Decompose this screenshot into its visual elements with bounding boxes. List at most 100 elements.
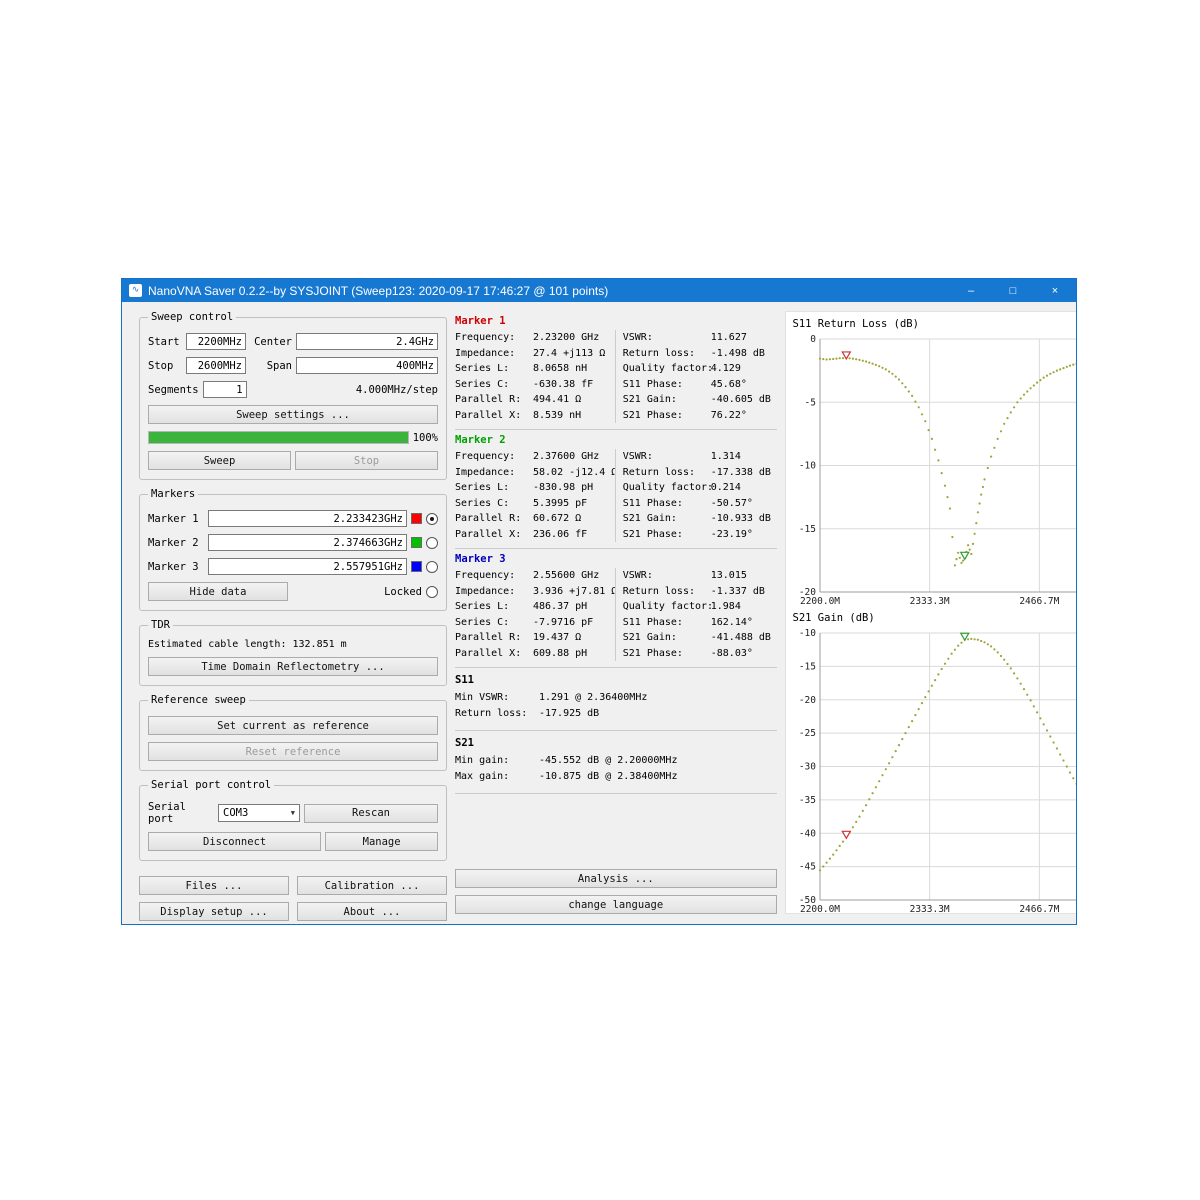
- set-current-as-reference-button[interactable]: Set current as reference: [148, 716, 438, 735]
- marker-data-row: Series C:-7.9716 pF: [455, 615, 612, 631]
- marker-1-frequency-input[interactable]: [208, 510, 407, 527]
- footer-row-1: Files ... Calibration ...: [139, 876, 447, 895]
- marker-2-label: Marker 2: [148, 537, 204, 549]
- reference-sweep-title: Reference sweep: [148, 694, 249, 706]
- marker-data-row: Series C:5.3995 pF: [455, 496, 612, 512]
- marker-data-label: Impedance:: [455, 465, 533, 481]
- marker-data-value: 486.37 pH: [533, 599, 587, 615]
- segments-input[interactable]: [203, 381, 247, 398]
- about-button[interactable]: About ...: [297, 902, 447, 921]
- window-title: NanoVNA Saver 0.2.2--by SYSJOINT (Sweep1…: [148, 284, 608, 298]
- stop-input[interactable]: [186, 357, 246, 374]
- marker-data-row: Return loss:-1.498 dB: [623, 346, 777, 362]
- svg-text:2333.3M: 2333.3M: [909, 596, 949, 607]
- time-domain-reflectometry-button[interactable]: Time Domain Reflectometry ...: [148, 657, 438, 676]
- marker-data-label: S21 Phase:: [623, 527, 711, 543]
- marker-3-color-swatch[interactable]: [411, 561, 422, 572]
- marker-data-value: 162.14°: [711, 615, 753, 631]
- footer-row-2: Display setup ... About ...: [139, 902, 447, 921]
- marker-data-value: -830.98 pH: [533, 480, 593, 496]
- marker-data-row: S21 Gain:-41.488 dB: [623, 630, 777, 646]
- start-input[interactable]: [186, 333, 246, 350]
- marker-2-frequency-input[interactable]: [208, 534, 407, 551]
- svg-text:2466.7M: 2466.7M: [1019, 596, 1059, 607]
- marker-data-row: Quality factor:1.984: [623, 599, 777, 615]
- window-controls: – □ ×: [950, 279, 1076, 302]
- locked-checkbox[interactable]: [426, 586, 438, 598]
- marker-1-color-swatch[interactable]: [411, 513, 422, 524]
- marker-3-frequency-input[interactable]: [208, 558, 407, 575]
- marker-data-row: S11 Phase:162.14°: [623, 615, 777, 631]
- serial-port-control-group: Serial port control Serial port COM3 ▼ R…: [139, 779, 447, 861]
- center-label: Center: [250, 336, 292, 348]
- s11-chart-title: S11 Return Loss (dB): [793, 318, 1076, 330]
- marker-data-value: 1.984: [711, 599, 741, 615]
- hide-data-button[interactable]: Hide data: [148, 582, 288, 601]
- marker-data-value: 4.129: [711, 361, 741, 377]
- svg-text:-30: -30: [798, 762, 815, 773]
- svg-text:-15: -15: [798, 661, 815, 672]
- minimize-icon[interactable]: –: [950, 279, 992, 302]
- calibration-button[interactable]: Calibration ...: [297, 876, 447, 895]
- marker-3-data-section: Marker 3 Frequency:2.55600 GHzImpedance:…: [455, 549, 777, 668]
- span-label: Span: [250, 360, 292, 372]
- marker-data-row: Parallel X:609.88 pH: [455, 646, 612, 662]
- analysis-button[interactable]: Analysis ...: [455, 869, 777, 888]
- marker-data-row: Frequency:2.23200 GHz: [455, 330, 612, 346]
- s11-return-loss-chart[interactable]: S11 Return Loss (dB) 0-5-10-15-202200.0M…: [790, 315, 1076, 609]
- marker-2-row: Marker 2: [148, 534, 438, 551]
- marker-data-label: Return loss:: [623, 584, 711, 600]
- svg-text:-45: -45: [798, 862, 815, 873]
- marker-data-row: Frequency:2.37600 GHz: [455, 449, 612, 465]
- close-icon[interactable]: ×: [1034, 279, 1076, 302]
- main-content: Sweep control Start Center Stop Span Seg…: [122, 302, 1076, 924]
- marker-data-row: S21 Gain:-10.933 dB: [623, 511, 777, 527]
- marker-data-row: S21 Phase:-23.19°: [623, 527, 777, 543]
- display-setup-button[interactable]: Display setup ...: [139, 902, 289, 921]
- min-gain-label: Min gain:: [455, 753, 539, 769]
- marker-data-value: 5.3995 pF: [533, 496, 587, 512]
- svg-text:0: 0: [810, 334, 816, 345]
- marker-data-value: 13.015: [711, 568, 747, 584]
- marker-1-radio[interactable]: [426, 513, 438, 525]
- span-input[interactable]: [296, 357, 438, 374]
- title-bar[interactable]: ∿ NanoVNA Saver 0.2.2--by SYSJOINT (Swee…: [122, 279, 1076, 302]
- s21-gain-chart[interactable]: S21 Gain (dB) -10-15-20-25-30-35-40-45-5…: [790, 609, 1076, 917]
- rescan-button[interactable]: Rescan: [304, 804, 438, 823]
- svg-text:-20: -20: [798, 695, 815, 706]
- manage-button[interactable]: Manage: [325, 832, 438, 851]
- marker-3-radio[interactable]: [426, 561, 438, 573]
- marker-data-label: S11 Phase:: [623, 377, 711, 393]
- center-input[interactable]: [296, 333, 438, 350]
- s11-chart-canvas[interactable]: 0-5-10-15-202200.0M2333.3M2466.7M2600.0M: [790, 331, 1076, 609]
- marker-data-row: VSWR:13.015: [623, 568, 777, 584]
- marker-3-row: Marker 3: [148, 558, 438, 575]
- serial-port-select[interactable]: COM3 ▼: [218, 804, 300, 822]
- s21-chart-canvas[interactable]: -10-15-20-25-30-35-40-45-502200.0M2333.3…: [790, 625, 1076, 917]
- marker-data-value: 609.88 pH: [533, 646, 587, 662]
- marker-data-label: S21 Gain:: [623, 511, 711, 527]
- marker-data-label: Quality factor:: [623, 480, 711, 496]
- marker-data-row: VSWR:1.314: [623, 449, 777, 465]
- marker-data-label: VSWR:: [623, 568, 711, 584]
- marker-data-value: 8.0658 nH: [533, 361, 587, 377]
- svg-text:-10: -10: [798, 628, 815, 639]
- disconnect-button[interactable]: Disconnect: [148, 832, 321, 851]
- sweep-button[interactable]: Sweep: [148, 451, 291, 470]
- serial-port-label: Serial port: [148, 801, 214, 825]
- marker-data-label: S21 Gain:: [623, 392, 711, 408]
- marker-data-label: Impedance:: [455, 584, 533, 600]
- sweep-settings-button[interactable]: Sweep settings ...: [148, 405, 438, 424]
- maximize-icon[interactable]: □: [992, 279, 1034, 302]
- change-language-button[interactable]: change language: [455, 895, 777, 914]
- files-button[interactable]: Files ...: [139, 876, 289, 895]
- svg-text:-25: -25: [798, 728, 815, 739]
- marker-data-label: Quality factor:: [623, 361, 711, 377]
- marker-2-color-swatch[interactable]: [411, 537, 422, 548]
- svg-text:2200.0M: 2200.0M: [799, 596, 839, 607]
- stop-button[interactable]: Stop: [295, 451, 438, 470]
- marker-data-label: Parallel X:: [455, 646, 533, 662]
- marker-2-radio[interactable]: [426, 537, 438, 549]
- reset-reference-button[interactable]: Reset reference: [148, 742, 438, 761]
- marker-data-label: Quality factor:: [623, 599, 711, 615]
